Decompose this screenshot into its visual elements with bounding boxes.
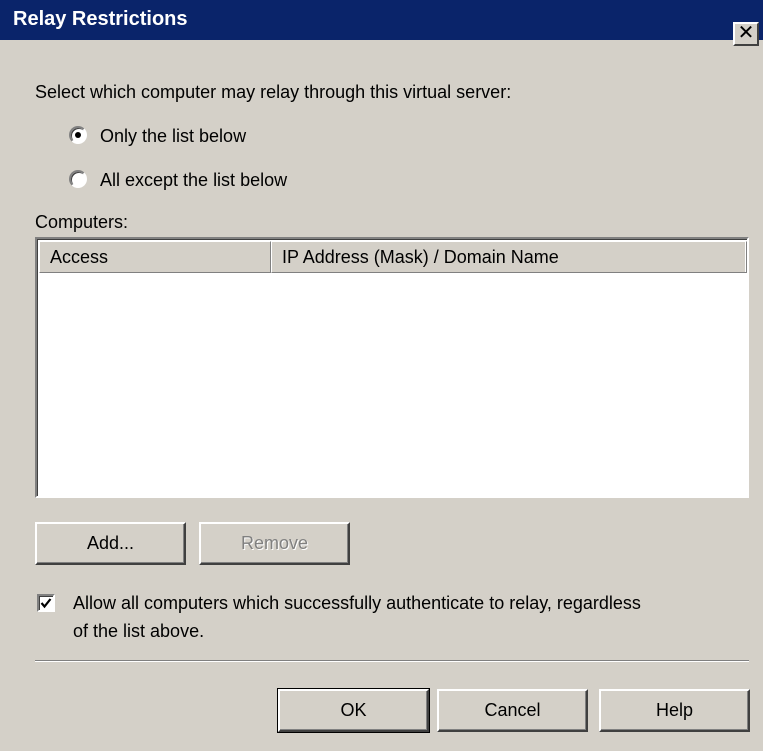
add-button[interactable]: Add... (35, 522, 186, 565)
radio-all-except[interactable] (69, 170, 87, 188)
radio-only-list-label[interactable]: Only the list below (100, 126, 246, 147)
column-header-access[interactable]: Access (39, 241, 271, 273)
allow-authenticated-label-line1[interactable]: Allow all computers which successfully a… (73, 593, 641, 614)
checkmark-icon (40, 598, 52, 609)
radio-selected-dot (75, 132, 81, 138)
allow-authenticated-checkbox[interactable] (37, 594, 55, 612)
allow-authenticated-label-line2[interactable]: of the list above. (73, 621, 204, 642)
title-bar: Relay Restrictions (0, 0, 763, 40)
separator-line (35, 660, 749, 662)
close-icon: ✕ (737, 22, 755, 44)
help-button[interactable]: Help (599, 689, 750, 732)
relay-prompt: Select which computer may relay through … (35, 82, 512, 102)
computers-label: Computers: (35, 212, 129, 232)
radio-only-list[interactable] (69, 126, 87, 144)
close-button[interactable]: ✕ (733, 22, 759, 46)
computers-list[interactable]: Access IP Address (Mask) / Domain Name (35, 237, 749, 498)
cancel-button[interactable]: Cancel (437, 689, 588, 732)
radio-all-except-label[interactable]: All except the list below (100, 170, 287, 191)
list-header: Access IP Address (Mask) / Domain Name (39, 241, 747, 273)
window-title: Relay Restrictions (13, 8, 188, 30)
ok-button[interactable]: OK (277, 688, 430, 733)
remove-button[interactable]: Remove (199, 522, 350, 565)
column-header-ip-address[interactable]: IP Address (Mask) / Domain Name (271, 241, 747, 273)
